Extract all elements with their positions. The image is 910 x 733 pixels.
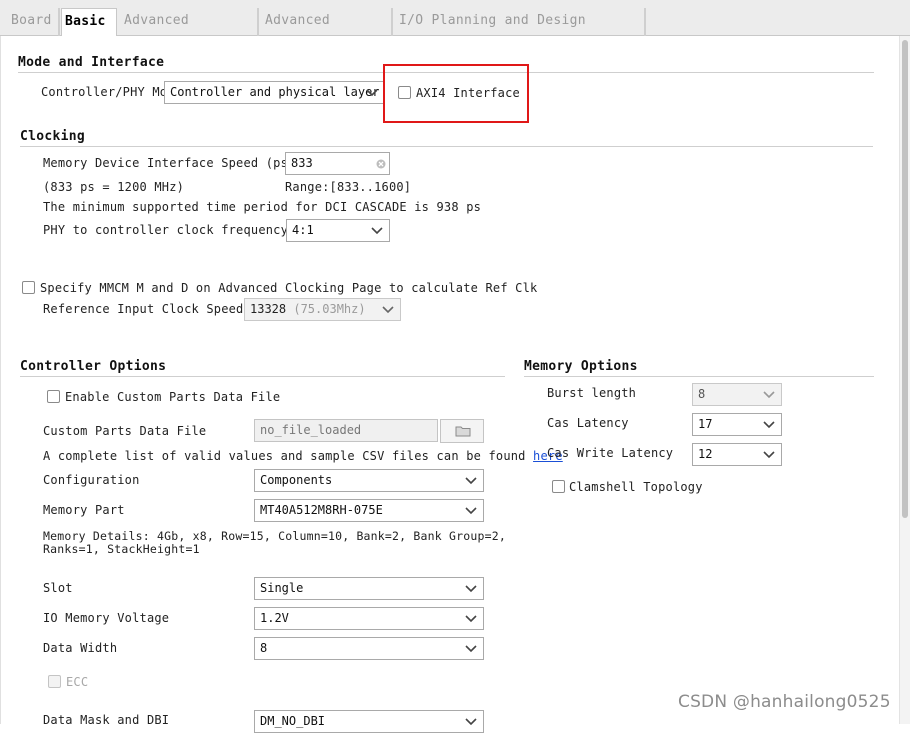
custom-parts-file-label: Custom Parts Data File — [43, 424, 207, 438]
browse-file-button[interactable] — [440, 419, 484, 443]
specify-mmcm-checkbox[interactable] — [22, 281, 35, 294]
custom-parts-file-value: no_file_loaded — [260, 423, 362, 437]
speed-range-note: Range:[833..1600] — [285, 180, 412, 194]
clocking-title: Clocking — [20, 129, 86, 144]
chevron-down-icon — [465, 507, 477, 515]
slot-select[interactable]: Single — [254, 577, 484, 600]
tab-advanced-clocking[interactable]: Advanced Clocking — [121, 8, 259, 54]
cas-write-latency-select[interactable]: 12 — [692, 443, 782, 466]
data-mask-select[interactable]: DM_NO_DBI — [254, 710, 484, 733]
speed-mhz-note: (833 ps = 1200 MHz) — [43, 180, 185, 194]
chevron-down-icon — [763, 391, 775, 399]
interface-speed-value: 833 — [291, 156, 313, 170]
chevron-down-icon — [465, 718, 477, 726]
ecc-checkbox[interactable] — [48, 675, 61, 688]
cas-latency-label: Cas Latency — [547, 416, 629, 430]
ref-clock-select[interactable]: 13328 (75.03Mhz) — [244, 298, 401, 321]
watermark: CSDN @hanhailong0525 — [678, 692, 891, 712]
chevron-down-icon — [465, 477, 477, 485]
chevron-down-icon — [763, 451, 775, 459]
chevron-down-icon — [763, 421, 775, 429]
ref-clock-hint: (75.03Mhz) — [293, 302, 366, 316]
slot-label: Slot — [43, 581, 73, 595]
tab-board[interactable]: Board — [8, 8, 60, 36]
chevron-down-icon — [371, 227, 383, 235]
scrollbar-thumb[interactable] — [902, 40, 908, 518]
specify-mmcm-label: Specify MMCM M and D on Advanced Clockin… — [40, 281, 538, 295]
configuration-select[interactable]: Components — [254, 469, 484, 492]
axi4-interface-label: AXI4 Interface — [416, 86, 520, 100]
csv-note-text: A complete list of valid values and samp… — [43, 449, 526, 463]
io-voltage-select[interactable]: 1.2V — [254, 607, 484, 630]
memory-part-value: MT40A512M8RH-075E — [260, 503, 383, 517]
burst-length-value: 8 — [698, 387, 706, 401]
cas-latency-select[interactable]: 17 — [692, 413, 782, 436]
data-width-label: Data Width — [43, 641, 118, 655]
ref-clock-value: 13328 — [250, 302, 287, 316]
data-mask-value: DM_NO_DBI — [260, 714, 326, 728]
custom-parts-file-input[interactable]: no_file_loaded — [254, 419, 438, 442]
data-width-value: 8 — [260, 641, 268, 655]
clocking-rule — [20, 146, 873, 147]
clear-icon[interactable] — [376, 159, 386, 169]
slot-value: Single — [260, 581, 304, 595]
burst-length-label: Burst length — [547, 386, 637, 400]
chevron-down-icon — [382, 306, 394, 314]
configuration-label: Configuration — [43, 473, 140, 487]
io-voltage-label: IO Memory Voltage — [43, 611, 170, 625]
controller-options-title: Controller Options — [20, 359, 167, 374]
burst-length-select[interactable]: 8 — [692, 383, 782, 406]
memory-part-label: Memory Part — [43, 503, 125, 517]
folder-icon — [455, 426, 471, 437]
chevron-down-icon — [465, 615, 477, 623]
axi4-interface-checkbox[interactable] — [398, 86, 411, 99]
clamshell-label: Clamshell Topology — [569, 480, 703, 494]
clock-ratio-select[interactable]: 4:1 — [286, 219, 390, 242]
cas-write-latency-value: 12 — [698, 447, 713, 461]
memory-part-select[interactable]: MT40A512M8RH-075E — [254, 499, 484, 522]
controller-phy-value: Controller and physical layer — [170, 85, 380, 99]
configuration-value: Components — [260, 473, 333, 487]
custom-parts-enable-label: Enable Custom Parts Data File — [65, 390, 281, 404]
chevron-down-icon — [465, 645, 477, 653]
data-mask-label: Data Mask and DBI — [43, 713, 170, 727]
mode-interface-title: Mode and Interface — [18, 55, 165, 70]
memory-details-line2: Ranks=1, StackHeight=1 — [43, 542, 200, 556]
ecc-label: ECC — [66, 675, 89, 689]
data-width-select[interactable]: 8 — [254, 637, 484, 660]
controller-options-rule — [20, 376, 505, 377]
tab-advanced-options[interactable]: Advanced Options — [262, 8, 393, 54]
memory-options-title: Memory Options — [524, 359, 638, 374]
clock-ratio-value: 4:1 — [292, 223, 314, 237]
cas-write-latency-label: Cas Write Latency — [547, 446, 674, 460]
tab-bar: Board Basic Advanced Clocking Advanced O… — [0, 0, 910, 54]
clamshell-checkbox[interactable] — [552, 480, 565, 493]
io-voltage-value: 1.2V — [260, 611, 289, 625]
min-period-note: The minimum supported time period for DC… — [43, 200, 482, 214]
controller-phy-select[interactable]: Controller and physical layer — [164, 81, 385, 104]
memory-details-line1: Memory Details: 4Gb, x8, Row=15, Column=… — [43, 529, 507, 543]
interface-speed-label: Memory Device Interface Speed (ps) — [43, 156, 296, 170]
tab-io-planning[interactable]: I/O Planning and Design Checklist — [396, 8, 646, 54]
chevron-down-icon — [465, 585, 477, 593]
controller-phy-label: Controller/PHY Mode — [41, 85, 183, 99]
tab-basic[interactable]: Basic — [61, 8, 117, 37]
memory-options-rule — [524, 376, 874, 377]
custom-parts-checkbox[interactable] — [47, 390, 60, 403]
chevron-down-icon — [366, 89, 378, 97]
csv-note: A complete list of valid values and samp… — [43, 449, 563, 463]
interface-speed-input[interactable]: 833 — [285, 152, 390, 175]
cas-latency-value: 17 — [698, 417, 713, 431]
